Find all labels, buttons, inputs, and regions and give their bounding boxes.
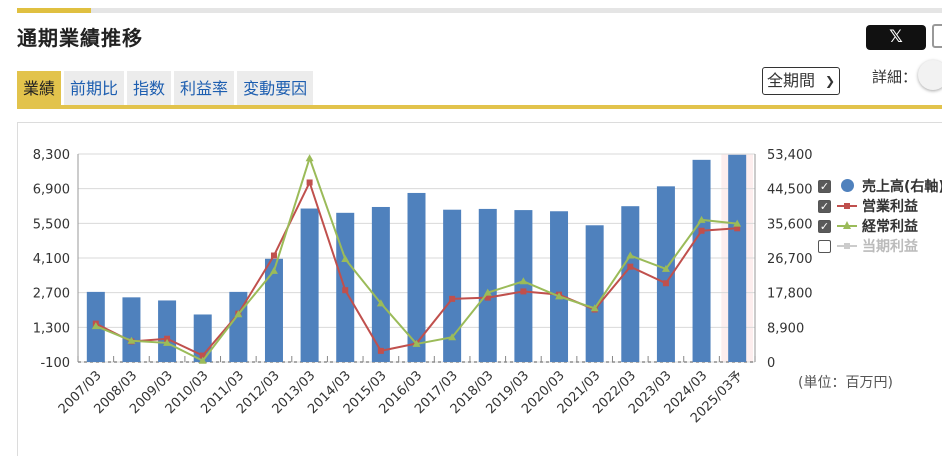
left-tick-label: 5,500 [33,217,70,232]
right-tick-label: 35,600 [767,217,813,232]
bar-sales [728,154,747,362]
legend-checkbox-sales[interactable]: ✓ [818,179,831,193]
left-tick-label: 2,700 [33,287,70,302]
legend-label-operating: 営業利益 [862,199,918,215]
bar-sales [158,300,177,362]
chart-legend: ✓ 売上高(右軸) ✓ 営業利益 ✓ 経常利益 当期利益 [818,176,942,256]
point-ordinary [305,154,314,162]
bar-sales [478,208,497,362]
point-operating [449,295,456,302]
right-tick-label: 26,700 [767,252,813,267]
left-tick-label: 4,100 [33,252,70,267]
bar-sales [514,210,533,362]
point-operating [520,288,527,295]
legend-checkbox-net[interactable] [818,239,831,253]
point-operating [270,252,277,259]
legend-item-net[interactable]: 当期利益 [818,236,942,256]
legend-item-sales[interactable]: ✓ 売上高(右軸) [818,176,942,196]
legend-item-ordinary[interactable]: ✓ 経常利益 [818,216,942,236]
legend-checkbox-operating[interactable]: ✓ [818,199,831,213]
left-tick-label: 6,900 [33,183,70,198]
bar-sales [692,159,711,362]
bar-sales [122,297,141,362]
legend-label-net: 当期利益 [862,239,918,255]
bar-sales [264,258,283,362]
left-tick-label: -100 [40,356,70,371]
right-tick-label: 0 [767,356,775,371]
point-operating [662,280,669,287]
point-operating [306,179,313,186]
point-operating [627,263,634,270]
unit-label: (単位：百万円) [798,375,893,391]
legend-item-operating[interactable]: ✓ 営業利益 [818,196,942,216]
left-tick-label: 1,300 [33,321,70,336]
legend-checkbox-ordinary[interactable]: ✓ [818,219,831,233]
bar-sales [585,225,604,362]
right-tick-label: 53,400 [767,148,813,163]
right-tick-label: 17,800 [767,287,813,302]
point-operating [698,227,705,234]
legend-label-sales: 売上高(右軸) [862,179,942,195]
bar-sales [621,206,640,362]
right-tick-label: 44,500 [767,183,813,198]
point-operating [377,347,384,354]
point-operating [342,287,349,294]
left-tick-label: 8,300 [33,148,70,163]
bar-sales [300,208,319,362]
right-tick-label: 8,900 [767,321,804,336]
bar-sales [550,211,569,362]
legend-label-ordinary: 経常利益 [862,219,918,235]
